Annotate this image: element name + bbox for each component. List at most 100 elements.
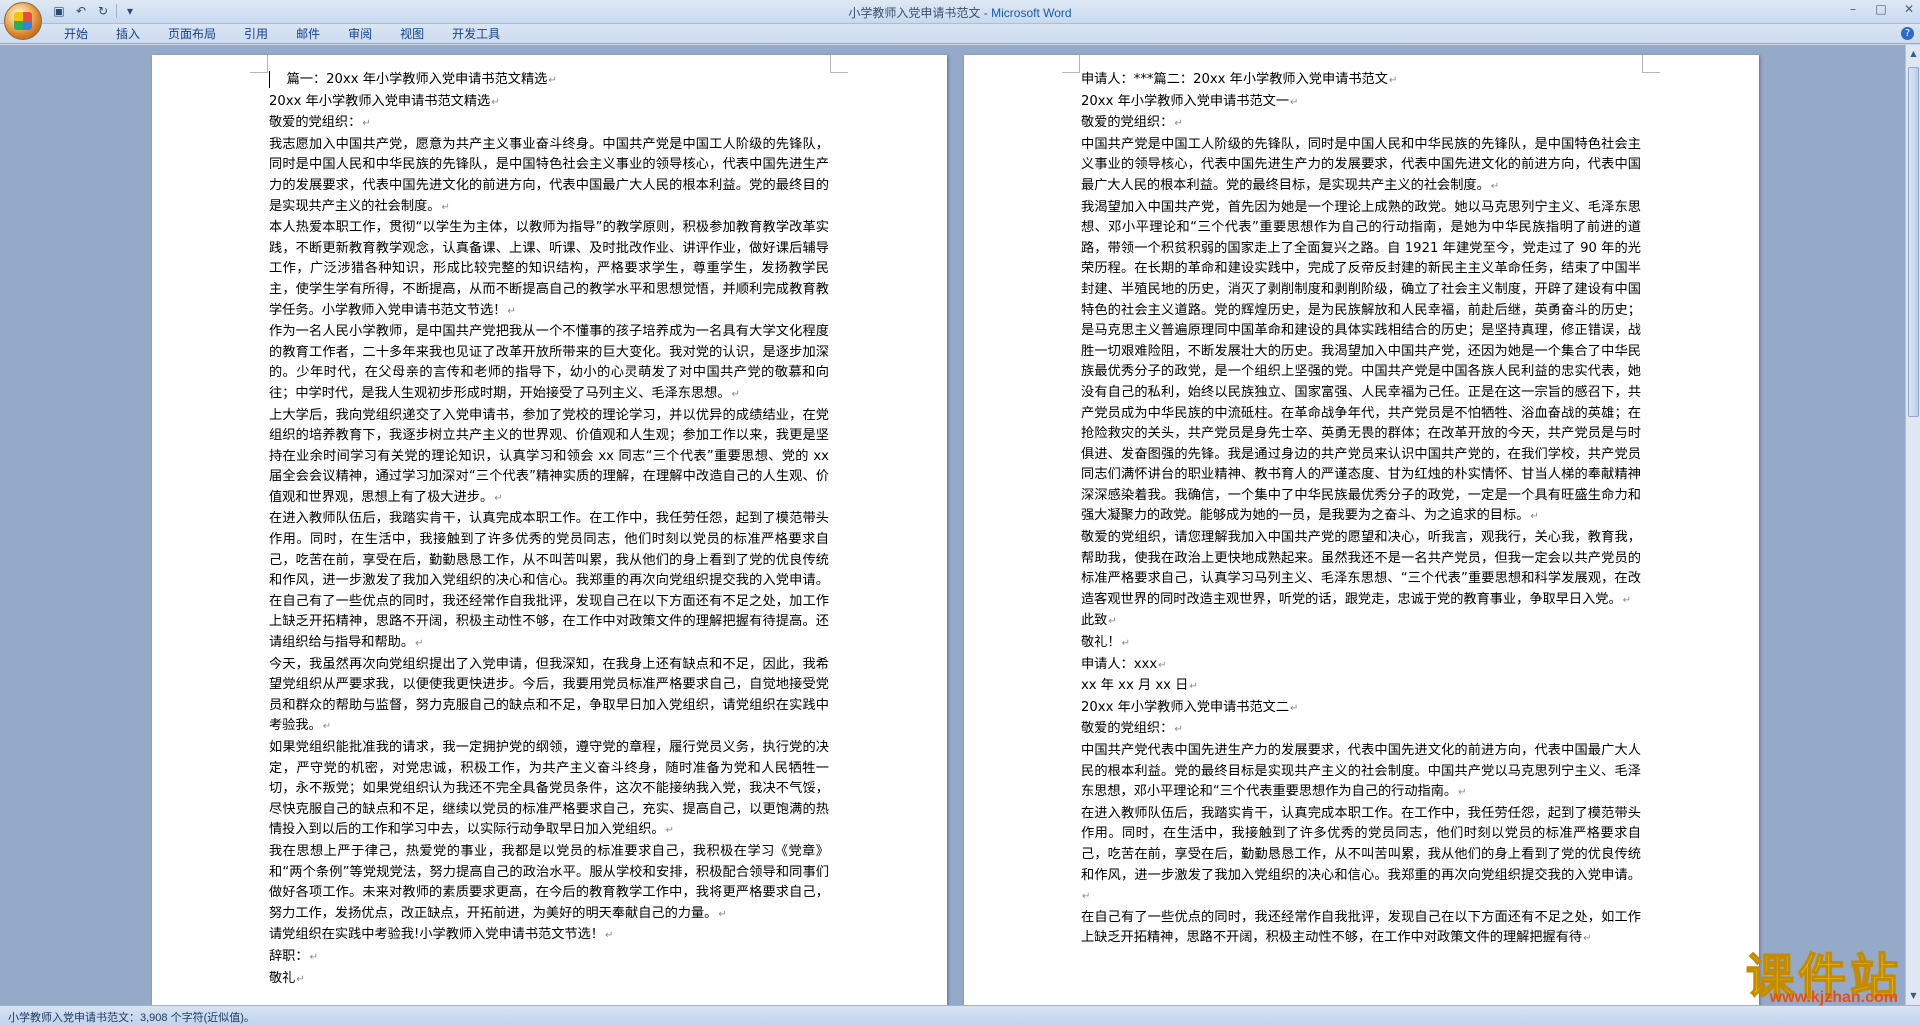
document-paragraph[interactable]: 20xx 年小学教师入党申请书范文一↵ [1081,92,1641,114]
document-paragraph[interactable]: 在进入教师队伍后，我踏实肯干，认真完成本职工作。在工作中，我任劳任怨，起到了模范… [269,509,829,654]
document-paragraph[interactable]: 此致↵ [1081,611,1641,633]
document-paragraph[interactable]: 敬爱的党组织：↵ [269,113,829,135]
document-paragraph[interactable]: 今天，我虽然再次向党组织提出了入党申请，但我深知，在我身上还有缺点和不足，因此，… [269,655,829,738]
paragraph-text: 我志愿加入中国共产党，愿意为共产主义事业奋斗终身。中国共产党是中国工人阶级的先锋… [269,136,829,214]
ribbon-tab[interactable]: 视图 [386,26,438,42]
paragraph-mark-icon: ↵ [731,388,740,400]
paragraph-text: 我渴望加入中国共产党，首先因为她是一个理论上成熟的政党。她以马克思列宁主义、毛泽… [1081,199,1641,524]
margin-corner-mark [250,55,268,73]
document-title: 小学教师入党申请书范文 [848,6,981,20]
paragraph-text: 申请人：xxx [1081,656,1158,672]
paragraph-mark-icon: ↵ [1388,75,1398,86]
document-paragraph[interactable]: 我渴望加入中国共产党，首先因为她是一个理论上成熟的政党。她以马克思列宁主义、毛泽… [1081,198,1641,529]
paragraph-text: 敬爱的党组织： [1081,721,1174,737]
ribbon-tab[interactable]: 审阅 [334,26,386,42]
paragraph-mark-icon: ↵ [415,638,424,650]
document-paragraph[interactable]: 敬礼！↵ [1081,633,1641,655]
document-paragraph[interactable]: 20xx 年小学教师入党申请书范文二↵ [1081,698,1641,720]
document-paragraph[interactable]: 敬礼↵ [269,969,829,991]
paragraph-mark-icon: ↵ [322,721,332,733]
paragraph-text: 请党组织在实践中考验我!小学教师入党申请书范文节选！ [269,927,604,943]
paragraph-text: 作为一名人民小学教师，是中国共产党把我从一个不懂事的孩子培养成为一名具有大学文化… [269,324,829,401]
paragraph-text: 20xx 年小学教师入党申请书范文精选 [269,93,491,109]
document-paragraph[interactable]: 我志愿加入中国共产党，愿意为共产主义事业奋斗终身。中国共产党是中国工人阶级的先锋… [269,135,829,218]
app-name: Microsoft Word [991,6,1072,20]
vertical-scrollbar[interactable]: ▲ ▼ [1905,45,1920,1005]
ribbon-tab[interactable]: 开始 [50,26,102,42]
document-paragraph[interactable]: 申请人：***篇二：20xx 年小学教师入党申请书范文↵ [1081,70,1641,92]
scroll-up-icon[interactable]: ▲ [1907,47,1920,61]
document-paragraph[interactable]: 请党组织在实践中考验我!小学教师入党申请书范文节选！↵ [269,925,829,947]
paragraph-mark-icon: ↵ [1290,96,1299,108]
paragraph-text: 我在思想上严于律己，热爱党的事业，我都是以党员的标准要求自己，我积极在学习《党章… [269,843,829,921]
paragraph-text: 此致 [1081,613,1108,629]
paragraph-text: 中国共产党是中国工人阶级的先锋队，同时是中国人民和中华民族的先锋队，是中国特色社… [1081,136,1641,193]
paragraph-text: 今天，我虽然再次向党组织提出了入党申请，但我深知，在我身上还有缺点和不足，因此，… [269,656,829,734]
document-paragraph[interactable]: 敬爱的党组织，请您理解我加入中国共产党的愿望和决心，听我言，观我行，关心我，教育… [1081,528,1641,611]
document-paragraph[interactable]: 我在思想上严于律己，热爱党的事业，我都是以党员的标准要求自己，我积极在学习《党章… [269,842,829,925]
document-paragraph[interactable]: 辞职：↵ [269,947,829,969]
document-paragraph[interactable]: 在自己有了一些优点的同时，我还经常作自我批评，发现自己在以下方面还有不足之处，如… [1081,908,1641,950]
scrollbar-thumb[interactable] [1908,67,1919,417]
paragraph-mark-icon: ↵ [494,492,503,504]
document-paragraph[interactable]: 上大学后，我向党组织递交了入党申请书，参加了党校的理论学习，并以优异的成绩结业，… [269,406,829,510]
paragraph-mark-icon: ↵ [1174,118,1183,130]
site-watermark: 课件站 www.kjzhan.com [1672,937,1902,1007]
document-paragraph[interactable]: 篇一：20xx 年小学教师入党申请书范文精选↵ [269,70,829,92]
office-logo-icon [14,12,32,30]
paragraph-mark-icon: ↵ [1158,659,1167,671]
paragraph-mark-icon: ↵ [296,973,305,985]
office-button[interactable] [4,2,42,40]
page-left: 篇一：20xx 年小学教师入党申请书范文精选↵ 20xx 年小学教师入党申请书范文… [152,55,947,1005]
paragraph-text: 在进入教师队伍后，我踏实肯干，认真完成本职工作。在工作中，我任劳任怨，起到了模范… [269,511,829,651]
ribbon-tabs: 开始 插入 页面布局 引用 邮件 审阅 视图 开发工具 [50,26,514,42]
page-right: 申请人：***篇二：20xx 年小学教师入党申请书范文↵ 20xx 年小学教师入党… [964,55,1759,1005]
word-count-status[interactable]: 小学教师入党申请书范文：3,908 个字符(近似值)。 [8,1009,255,1025]
paragraph-text: 20xx 年小学教师入党申请书范文一 [1081,93,1290,109]
document-area: 篇一：20xx 年小学教师入党申请书范文精选↵ 20xx 年小学教师入党申请书范文… [0,45,1905,1005]
title-separator: - [980,6,992,20]
maximize-icon[interactable]: □ [1874,2,1888,16]
paragraph-mark-icon: ↵ [548,75,557,86]
paragraph-mark-icon: ↵ [441,201,450,213]
page-content-left[interactable]: 篇一：20xx 年小学教师入党申请书范文精选↵ 20xx 年小学教师入党申请书范文… [269,70,829,990]
paragraph-text: 敬爱的党组织，请您理解我加入中国共产党的愿望和决心，听我言，观我行，关心我，教育… [1081,530,1641,607]
paragraph-mark-icon: ↵ [1121,638,1130,650]
ribbon-tab[interactable]: 页面布局 [154,26,230,42]
document-paragraph[interactable]: 中国共产党是中国工人阶级的先锋队，同时是中国人民和中华民族的先锋队，是中国特色社… [1081,135,1641,198]
document-paragraph[interactable]: 敬爱的党组织：↵ [1081,113,1641,135]
paragraph-mark-icon: ↵ [665,825,675,837]
paragraph-text: 上大学后，我向党组织递交了入党申请书，参加了党校的理论学习，并以优异的成绩结业，… [269,407,829,505]
paragraph-text: 中国共产党代表中国先进生产力的发展要求，代表中国先进文化的前进方向，代表中国最广… [1081,743,1641,800]
paragraph-text: 在自己有了一些优点的同时，我还经常作自我批评，发现自己在以下方面还有不足之处，如… [1081,909,1641,946]
document-paragraph[interactable]: 本人热爱本职工作，贯彻“以学生为主体，以教师为指导”的教学原则，积极参加教育教学… [269,218,829,322]
document-paragraph[interactable]: 敬爱的党组织：↵ [1081,719,1641,741]
document-paragraph[interactable]: 申请人：xxx↵ [1081,655,1641,677]
document-paragraph[interactable]: 20xx 年小学教师入党申请书范文精选↵ [269,92,829,114]
help-icon[interactable]: ? [1901,27,1914,40]
margin-corner-mark [1642,55,1660,73]
ribbon-tab[interactable]: 邮件 [282,26,334,42]
document-paragraph[interactable]: 中国共产党代表中国先进生产力的发展要求，代表中国先进文化的前进方向，代表中国最广… [1081,741,1641,804]
paragraph-mark-icon: ↵ [1082,891,1091,903]
document-paragraph[interactable]: xx 年 xx 月 xx 日↵ [1081,676,1641,698]
paragraph-text: 辞职： [269,948,309,964]
page-content-right[interactable]: 申请人：***篇二：20xx 年小学教师入党申请书范文↵ 20xx 年小学教师入党… [1081,70,1641,950]
ribbon-tab[interactable]: 插入 [102,26,154,42]
document-paragraph[interactable]: 作为一名人民小学教师，是中国共产党把我从一个不懂事的孩子培养成为一名具有大学文化… [269,322,829,405]
paragraph-mark-icon: ↵ [1583,933,1592,945]
minimize-icon[interactable]: – [1846,2,1860,16]
scroll-down-icon[interactable]: ▼ [1907,989,1920,1003]
paragraph-mark-icon: ↵ [362,118,371,130]
document-paragraph[interactable]: 如果党组织能批准我的请求，我一定拥护党的纲领，遵守党的章程，履行党员义务，执行党… [269,738,829,842]
paragraph-mark-icon: ↵ [1458,787,1467,799]
document-paragraph[interactable]: 在进入教师队伍后，我踏实肯干，认真完成本职工作。在工作中，我任劳任怨，起到了模范… [1081,804,1641,908]
paragraph-text: 敬爱的党组织： [1081,115,1174,131]
close-icon[interactable]: ✕ [1902,2,1916,16]
ribbon-tab[interactable]: 引用 [230,26,282,42]
paragraph-mark-icon: ↵ [1490,180,1500,192]
title-bar: ▣ ↶ ↻ ▾ 小学教师入党申请书范文 - Microsoft Word – □… [0,0,1920,24]
paragraph-mark-icon: ↵ [604,930,614,942]
margin-corner-mark [830,55,848,73]
ribbon-tab[interactable]: 开发工具 [438,26,514,42]
